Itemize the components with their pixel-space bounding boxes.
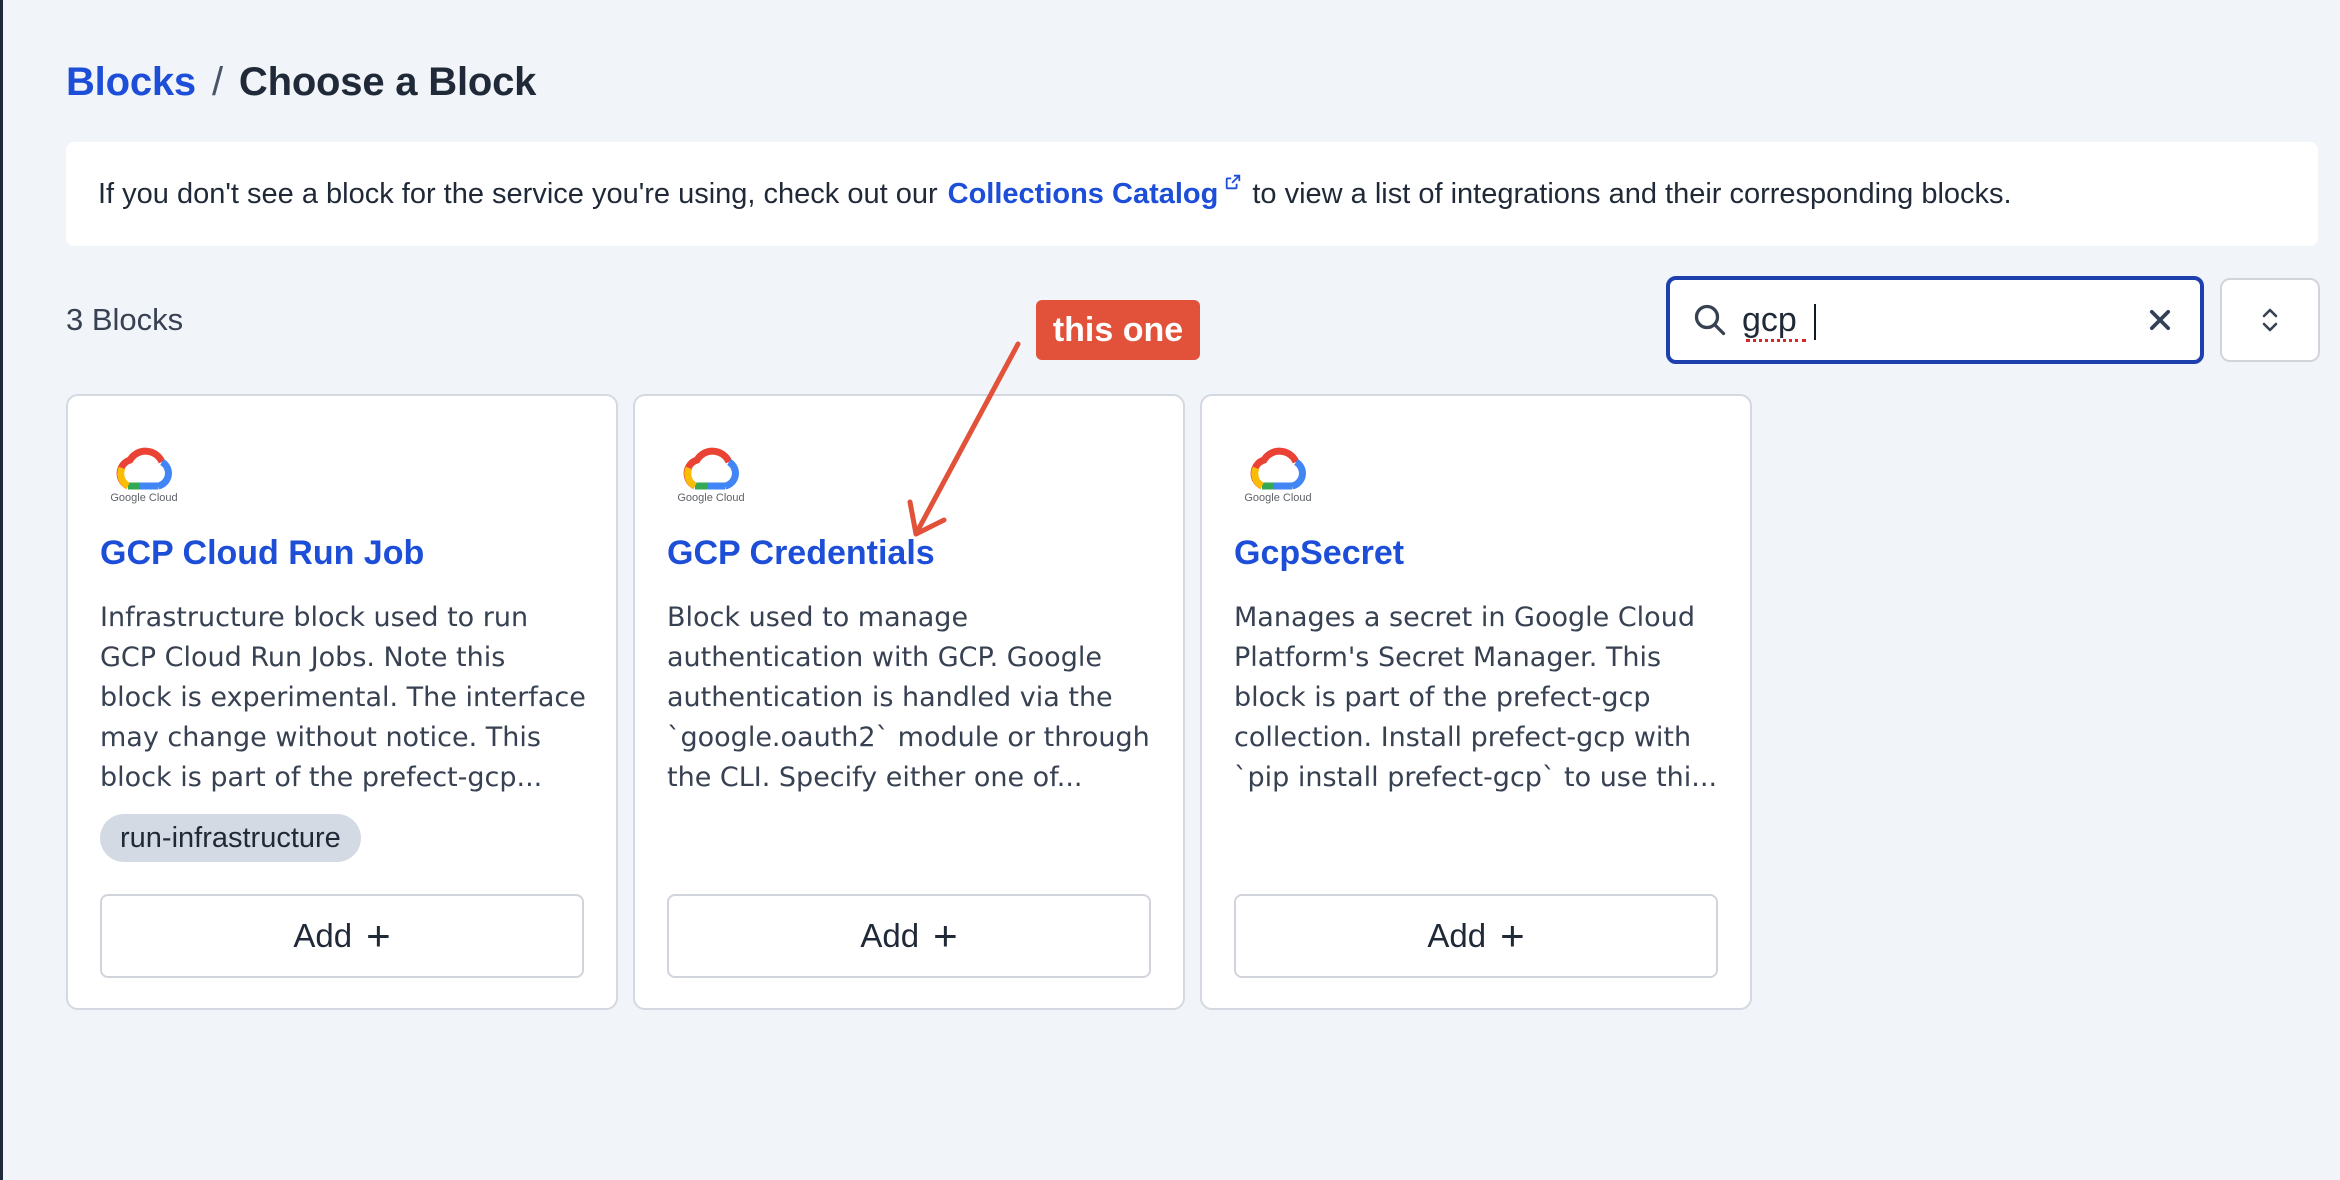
description-line: authentication is handled via the (667, 682, 1113, 713)
banner-text-before: If you don't see a block for the service… (98, 177, 938, 210)
capability-tag: run-infrastructure (100, 814, 361, 862)
add-block-button[interactable]: Add + (667, 894, 1151, 978)
annotation-label: this one (1036, 300, 1200, 360)
description-line: `pip install prefect-gcp` to use thi... (1234, 762, 1718, 793)
description-line: Platform's Secret Manager. This (1234, 642, 1662, 673)
add-label: Add (860, 917, 920, 954)
add-label: Add (1427, 917, 1487, 954)
search-box[interactable] (1666, 276, 2204, 364)
chevron-up-down-icon (2262, 308, 2278, 332)
description-line: the CLI. Specify either one of... (667, 762, 1083, 793)
block-description: Manages a secret in Google Cloud Platfor… (1234, 598, 1724, 798)
block-count: 3 Blocks (66, 302, 184, 337)
block-title[interactable]: GCP Credentials (667, 534, 935, 573)
block-card-gcpsecret: Google Cloud GcpSecret Manages a secret … (1200, 394, 1752, 1010)
description-line: block is experimental. The interface (100, 682, 586, 713)
collections-catalog-label: Collections Catalog (947, 177, 1219, 210)
breadcrumb-blocks-link[interactable]: Blocks (66, 60, 196, 105)
text-caret (1814, 304, 1816, 340)
breadcrumb: Blocks / Choose a Block (66, 52, 536, 112)
close-icon[interactable] (2146, 306, 2174, 334)
block-title[interactable]: GcpSecret (1234, 534, 1404, 573)
description-line: block is part of the prefect-gcp... (100, 762, 543, 793)
logo-caption: Google Cloud (677, 492, 745, 504)
description-line: collection. Install prefect-gcp with (1234, 722, 1692, 753)
description-line: `google.oauth2` module or through (667, 722, 1150, 753)
breadcrumb-separator: / (211, 59, 223, 104)
logo-caption: Google Cloud (1244, 492, 1312, 504)
window-edge (0, 0, 3, 1180)
info-banner: If you don't see a block for the service… (66, 142, 2318, 246)
banner-text-after: to view a list of integrations and their… (1252, 177, 2012, 210)
add-block-button[interactable]: Add + (1234, 894, 1718, 978)
external-link-icon (1226, 174, 1241, 189)
page-title: Choose a Block (238, 59, 537, 104)
block-description: Block used to manage authentication with… (667, 598, 1157, 798)
block-card-gcp-cloud-run-job: Google Cloud GCP Cloud Run Job Infrastru… (66, 394, 618, 1010)
description-line: block is part of the prefect-gcp (1234, 682, 1651, 713)
add-label: Add (293, 917, 353, 954)
description-line: Block used to manage (667, 602, 969, 633)
description-line: GCP Cloud Run Jobs. Note this (100, 642, 506, 673)
plus-icon: + (366, 912, 391, 959)
sort-select[interactable] (2220, 278, 2320, 362)
spellcheck-underline (1746, 338, 1806, 342)
description-line: Manages a secret in Google Cloud (1234, 602, 1695, 633)
block-description: Infrastructure block used to run GCP Clo… (100, 598, 590, 798)
search-icon (1694, 304, 1726, 336)
plus-icon: + (1500, 912, 1525, 959)
collections-catalog-link[interactable]: Collections Catalog (947, 174, 1243, 211)
description-line: authentication with GCP. Google (667, 642, 1102, 673)
block-title[interactable]: GCP Cloud Run Job (100, 534, 424, 573)
logo-caption: Google Cloud (110, 492, 178, 504)
annotation-arrow-icon (907, 341, 1021, 537)
plus-icon: + (933, 912, 958, 959)
description-line: Infrastructure block used to run (100, 602, 529, 633)
description-line: may change without notice. This (100, 722, 541, 753)
add-block-button[interactable]: Add + (100, 894, 584, 978)
